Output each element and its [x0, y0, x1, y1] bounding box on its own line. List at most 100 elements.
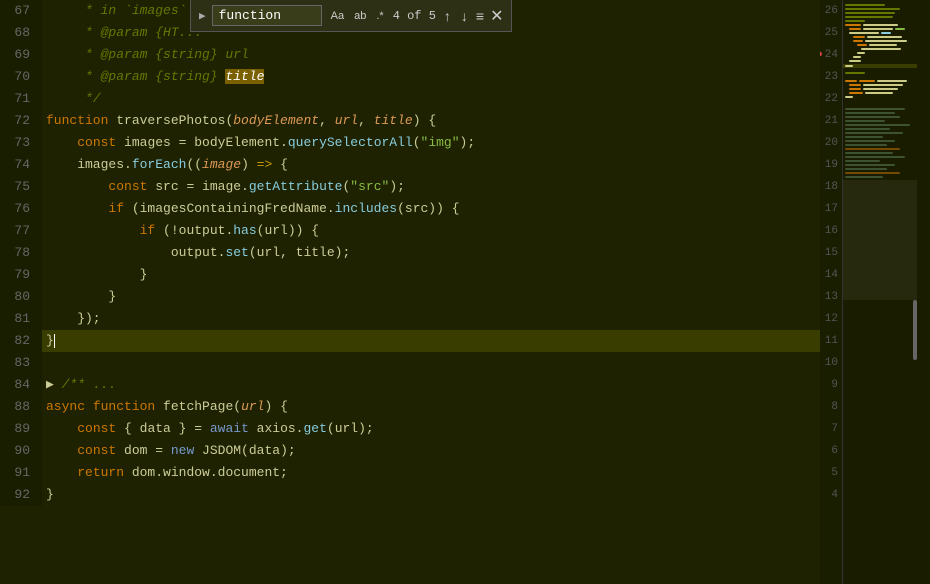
code-line: 92 }	[0, 484, 820, 506]
code-line: 72 function traversePhotos(bodyElement, …	[0, 110, 820, 132]
line-number: 73	[0, 132, 42, 154]
code-line: 90 const dom = new JSDOM(data);	[0, 440, 820, 462]
line-content: */	[42, 88, 820, 110]
line-content: ▶ /** ...	[42, 374, 820, 396]
line-content: }	[42, 286, 820, 308]
code-line: 81 });	[0, 308, 820, 330]
right-panel: 26 25 24 23 22 21 20 19 18 17 16 15 14 1…	[820, 0, 930, 584]
right-ln: 15	[825, 242, 838, 264]
code-line: 75 const src = image.getAttribute("src")…	[0, 176, 820, 198]
line-number: 84	[0, 374, 42, 396]
code-line: 77 if (!output.has(url)) {	[0, 220, 820, 242]
line-number: 77	[0, 220, 42, 242]
line-content: });	[42, 308, 820, 330]
line-content: if (imagesContainingFredName.includes(sr…	[42, 198, 820, 220]
find-count: 4 of 5	[393, 9, 436, 23]
code-line: 88 async function fetchPage(url) {	[0, 396, 820, 418]
code-line: 80 }	[0, 286, 820, 308]
line-content: images.forEach((image) => {	[42, 154, 820, 176]
find-options: Aa ab .*	[328, 9, 387, 23]
code-line: 84 ▶ /** ...	[0, 374, 820, 396]
minimap-svg	[843, 0, 917, 584]
code-line: 70 * @param {string} title	[0, 66, 820, 88]
line-number: 76	[0, 198, 42, 220]
line-number: 69	[0, 44, 42, 66]
code-line: 69 * @param {string} url	[0, 44, 820, 66]
line-content: async function fetchPage(url) {	[42, 396, 820, 418]
find-close-button[interactable]: ✕	[490, 6, 503, 26]
right-ln: 6	[831, 440, 838, 462]
line-content: function traversePhotos(bodyElement, url…	[42, 110, 820, 132]
code-line: 78 output.set(url, title);	[0, 242, 820, 264]
line-number: 68	[0, 22, 42, 44]
line-number: 78	[0, 242, 42, 264]
code-line: 74 images.forEach((image) => {	[0, 154, 820, 176]
right-line-numbers: 26 25 24 23 22 21 20 19 18 17 16 15 14 1…	[820, 0, 842, 584]
right-ln: 16	[825, 220, 838, 242]
line-content: }	[42, 484, 820, 506]
find-bar-arrow-icon: ▶	[199, 9, 206, 23]
right-ln: 23	[825, 66, 838, 88]
line-number: 75	[0, 176, 42, 198]
line-number: 72	[0, 110, 42, 132]
line-number: 67	[0, 0, 42, 22]
minimap-viewport-rect	[843, 180, 917, 300]
line-content: }	[42, 330, 820, 352]
code-line-current: 82 }	[0, 330, 820, 352]
line-content: * @param {string} title	[42, 66, 820, 88]
code-line: 91 return dom.window.document;	[0, 462, 820, 484]
line-content: const { data } = await axios.get(url);	[42, 418, 820, 440]
whole-word-button[interactable]: ab	[351, 9, 369, 23]
right-ln: 18	[825, 176, 838, 198]
right-ln: 26	[825, 0, 838, 22]
right-ln: 11	[825, 330, 838, 352]
minimap[interactable]	[842, 0, 930, 584]
find-prev-button[interactable]: ↑	[442, 8, 453, 24]
find-bar: ▶ Aa ab .* 4 of 5 ↑ ↓ ≡ ✕	[190, 0, 512, 32]
code-line: 83	[0, 352, 820, 374]
line-content	[42, 352, 820, 374]
line-number: 74	[0, 154, 42, 176]
right-ln: 13	[825, 286, 838, 308]
code-line: 79 }	[0, 264, 820, 286]
code-area[interactable]: ▶ Aa ab .* 4 of 5 ↑ ↓ ≡ ✕ 67 * in `image…	[0, 0, 820, 584]
editor: ▶ Aa ab .* 4 of 5 ↑ ↓ ≡ ✕ 67 * in `image…	[0, 0, 930, 584]
line-number: 83	[0, 352, 42, 374]
code-line: 89 const { data } = await axios.get(url)…	[0, 418, 820, 440]
right-ln: 14	[825, 264, 838, 286]
match-case-button[interactable]: Aa	[328, 9, 347, 23]
code-line: 76 if (imagesContainingFredName.includes…	[0, 198, 820, 220]
right-ln: 5	[831, 462, 838, 484]
line-content: const src = image.getAttribute("src");	[42, 176, 820, 198]
line-content: * @param {string} url	[42, 44, 820, 66]
find-input[interactable]	[212, 5, 322, 26]
right-ln: 8	[831, 396, 838, 418]
find-menu-button[interactable]: ≡	[476, 8, 484, 24]
right-ln: 19	[825, 154, 838, 176]
line-number: 70	[0, 66, 42, 88]
line-number: 92	[0, 484, 42, 506]
code-lines: 67 * in `images` 68 * @param {HT... 69 *…	[0, 0, 820, 506]
regex-button[interactable]: .*	[373, 9, 386, 23]
line-content: }	[42, 264, 820, 286]
line-number: 82	[0, 330, 42, 352]
right-ln: 9	[831, 374, 838, 396]
right-ln: 10	[825, 352, 838, 374]
line-content: if (!output.has(url)) {	[42, 220, 820, 242]
right-ln: 22	[825, 88, 838, 110]
right-ln: 25	[825, 22, 838, 44]
line-number: 89	[0, 418, 42, 440]
line-number: 79	[0, 264, 42, 286]
right-ln: 12	[825, 308, 838, 330]
code-line: 73 const images = bodyElement.querySelec…	[0, 132, 820, 154]
line-number: 91	[0, 462, 42, 484]
right-ln: 17	[825, 198, 838, 220]
line-number: 81	[0, 308, 42, 330]
right-ln: 20	[825, 132, 838, 154]
right-ln: 7	[831, 418, 838, 440]
line-number: 71	[0, 88, 42, 110]
find-next-button[interactable]: ↓	[459, 8, 470, 24]
right-ln: 21	[825, 110, 838, 132]
line-content: return dom.window.document;	[42, 462, 820, 484]
line-content: const dom = new JSDOM(data);	[42, 440, 820, 462]
